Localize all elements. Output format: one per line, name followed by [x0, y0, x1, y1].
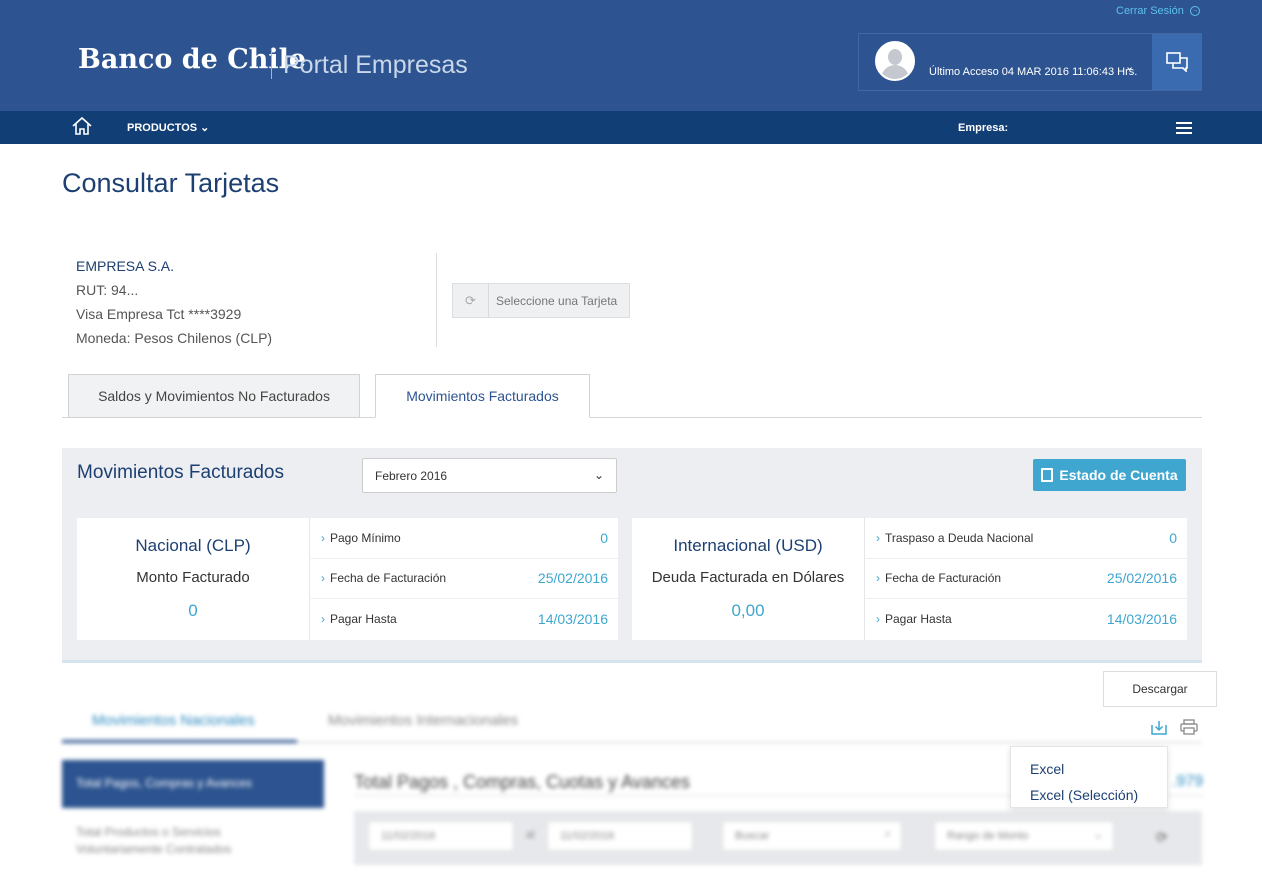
- date-to-value: 11/02/2016: [560, 830, 615, 842]
- company-info: EMPRESA S.A. RUT: 94... Visa Empresa Tct…: [76, 254, 272, 350]
- nacional-row-pago-minimo[interactable]: › Pago Mínimo 0: [311, 518, 618, 559]
- nacional-row-pagar-hasta[interactable]: › Pagar Hasta 14/03/2016: [311, 599, 618, 640]
- chevron-right-icon: ›: [321, 530, 325, 545]
- user-access-box: Último Acceso 04 MAR 2016 11:06:43 Hrs. …: [858, 33, 1202, 91]
- tab-no-facturados[interactable]: Saldos y Movimientos No Facturados: [68, 374, 360, 418]
- search-icon: ⌕: [884, 828, 891, 840]
- nacional-subtitle: Monto Facturado: [136, 569, 250, 586]
- download-icon[interactable]: [1151, 719, 1167, 735]
- select-card-button[interactable]: ⟳ Seleccione una Tarjeta: [452, 283, 630, 318]
- chevron-down-icon: ⌄: [1093, 829, 1103, 841]
- download-dropdown: Excel Excel (Selección): [1010, 746, 1168, 808]
- company-rut: RUT: 94...: [76, 282, 139, 298]
- page-title: Consultar Tarjetas: [62, 168, 280, 198]
- empresa-label: Empresa:: [958, 122, 1009, 134]
- products-label: PRODUCTOS: [127, 122, 198, 134]
- chat-icon: [1166, 52, 1188, 72]
- sidebar-item-total-pagos[interactable]: Total Pagos, Compras y Avances: [62, 760, 324, 808]
- company-name: EMPRESA S.A.: [76, 258, 175, 274]
- refresh-card-icon: ⟳: [453, 284, 489, 317]
- internacional-value: 0,00: [731, 601, 765, 620]
- home-icon[interactable]: [71, 116, 93, 141]
- select-card-label: Seleccione una Tarjeta: [496, 293, 618, 308]
- row-value: 14/03/2016: [1106, 611, 1177, 628]
- filter-bar: 11/02/2016 al 11/02/2016 Buscar ⌕ Rango d…: [354, 811, 1202, 865]
- chevron-right-icon: ›: [876, 571, 880, 586]
- month-select[interactable]: Febrero 2016 ⌄: [362, 458, 617, 493]
- tab-facturados[interactable]: Movimientos Facturados: [375, 374, 590, 418]
- logout-icon: →: [1189, 6, 1200, 16]
- logo-divider: [271, 49, 272, 79]
- internacional-row-fecha[interactable]: › Fecha de Facturación 25/02/2016: [866, 559, 1187, 600]
- chevron-down-icon: ⌄: [593, 468, 604, 482]
- estado-cuenta-button[interactable]: Estado de Cuenta: [1033, 459, 1186, 491]
- tab-movimientos-internacionales[interactable]: Movimientos Internacionales: [328, 712, 518, 729]
- portal-title: Portal Empresas: [283, 51, 468, 79]
- internacional-subtitle: Deuda Facturada en Dólares: [651, 569, 845, 586]
- hamburger-menu-icon[interactable]: [1176, 122, 1192, 137]
- nacional-value: 0: [188, 601, 198, 620]
- chevron-right-icon: ›: [321, 612, 325, 627]
- chat-button[interactable]: [1152, 34, 1202, 90]
- row-value: 14/03/2016: [537, 611, 608, 628]
- print-icon[interactable]: [1180, 719, 1198, 735]
- row-value: 25/02/2016: [1106, 570, 1177, 587]
- row-label: Traspaso a Deuda Nacional: [885, 530, 1034, 545]
- download-tooltip: Descargar: [1103, 671, 1217, 707]
- nacional-summary: Nacional (CLP) Monto Facturado 0 › Pago M…: [77, 518, 618, 640]
- active-subtab-indicator: [62, 740, 297, 743]
- download-excel-selection-option[interactable]: Excel (Selección): [1011, 782, 1167, 808]
- amount-range-select[interactable]: Rango de Monto ⌄: [934, 821, 1114, 851]
- nacional-title: Nacional (CLP): [135, 536, 251, 555]
- internacional-title: Internacional (USD): [673, 536, 823, 555]
- internacional-summary: Internacional (USD) Deuda Facturada en D…: [632, 518, 1187, 640]
- chevron-right-icon: ›: [876, 612, 880, 627]
- internacional-row-pagar-hasta[interactable]: › Pagar Hasta 14/03/2016: [866, 599, 1187, 640]
- row-label: Fecha de Facturación: [330, 571, 447, 586]
- search-placeholder: Buscar: [735, 830, 770, 842]
- last-access-text: Último Acceso 04 MAR 2016 11:06:43 Hrs.: [929, 66, 1138, 78]
- products-menu[interactable]: PRODUCTOS ⌄: [127, 121, 209, 134]
- panel-title: Movimientos Facturados: [77, 462, 284, 483]
- refresh-icon[interactable]: ⟳: [1156, 829, 1168, 846]
- content-title: Total Pagos , Compras, Cuotas y Avances: [354, 772, 690, 792]
- row-label: Pagar Hasta: [330, 612, 397, 627]
- date-separator: al: [526, 829, 535, 841]
- row-value: 0: [1169, 529, 1177, 546]
- facturados-panel: Movimientos Facturados Febrero 2016 ⌄ Es…: [62, 448, 1202, 663]
- download-excel-option[interactable]: Excel: [1011, 756, 1167, 782]
- date-from-input[interactable]: 11/02/2016: [368, 821, 514, 851]
- internacional-row-traspaso[interactable]: › Traspaso a Deuda Nacional 0: [866, 518, 1187, 559]
- logout-link[interactable]: Cerrar Sesión →: [1116, 5, 1200, 17]
- company-divider: [436, 253, 437, 347]
- date-to-input[interactable]: 11/02/2016: [547, 821, 693, 851]
- row-label: Pago Mínimo: [330, 530, 401, 545]
- main-navbar: PRODUCTOS ⌄ Empresa:: [0, 111, 1262, 144]
- search-input[interactable]: Buscar ⌕: [722, 821, 902, 851]
- date-from-value: 11/02/2016: [381, 830, 436, 842]
- card-number: Visa Empresa Tct ****3929: [76, 306, 242, 322]
- total-value: .979: [1172, 773, 1204, 790]
- row-value: 25/02/2016: [537, 570, 608, 587]
- estado-cuenta-label: Estado de Cuenta: [1059, 467, 1178, 483]
- chevron-right-icon: ›: [321, 571, 325, 586]
- currency: Moneda: Pesos Chilenos (CLP): [76, 330, 273, 346]
- chevron-right-icon: ›: [876, 530, 880, 545]
- chevron-down-icon[interactable]: ⌄: [1125, 60, 1134, 73]
- row-label: Pagar Hasta: [885, 612, 952, 627]
- month-value: Febrero 2016: [375, 469, 448, 483]
- logout-label: Cerrar Sesión: [1116, 5, 1184, 17]
- row-label: Fecha de Facturación: [885, 571, 1002, 586]
- sidebar-item-productos[interactable]: Total Productos o Servicios Voluntariame…: [62, 820, 324, 862]
- tab-movimientos-nacionales[interactable]: Movimientos Nacionales: [92, 712, 255, 729]
- range-placeholder: Rango de Monto: [947, 830, 1029, 842]
- pdf-icon: [1041, 468, 1054, 482]
- nacional-row-fecha[interactable]: › Fecha de Facturación 25/02/2016: [311, 559, 618, 600]
- row-value: 0: [600, 529, 608, 546]
- avatar[interactable]: [875, 41, 915, 81]
- top-header: Banco de Chile Portal Empresas Cerrar Se…: [0, 0, 1262, 111]
